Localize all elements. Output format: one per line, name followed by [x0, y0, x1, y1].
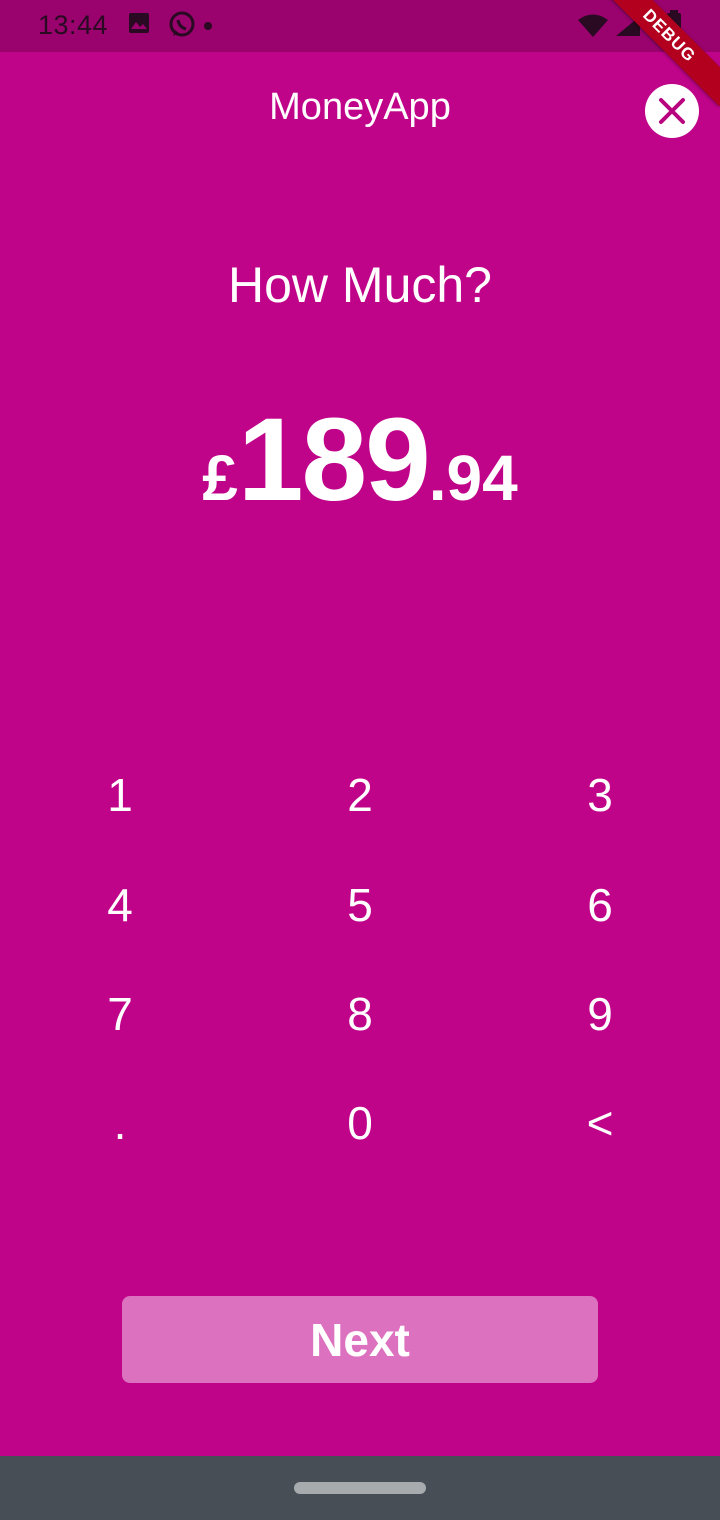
- amount-fraction: .94: [428, 442, 518, 514]
- close-button[interactable]: [645, 84, 699, 138]
- key-backspace[interactable]: <: [520, 1073, 680, 1173]
- key-6[interactable]: 6: [520, 855, 680, 955]
- next-button[interactable]: Next: [122, 1296, 598, 1383]
- image-icon: [128, 12, 150, 39]
- key-9[interactable]: 9: [520, 964, 680, 1064]
- key-4[interactable]: 4: [40, 855, 200, 955]
- app-title: MoneyApp: [269, 86, 451, 128]
- whatsapp-icon: [167, 10, 197, 45]
- currency-symbol: £: [202, 442, 238, 514]
- notification-dot-icon: [204, 22, 212, 30]
- key-2[interactable]: 2: [280, 745, 440, 845]
- amount-display: £189.94: [0, 392, 720, 528]
- amount-prompt: How Much?: [228, 257, 492, 313]
- key-decimal[interactable]: .: [40, 1073, 200, 1173]
- key-3[interactable]: 3: [520, 745, 680, 845]
- key-8[interactable]: 8: [280, 964, 440, 1064]
- key-0[interactable]: 0: [280, 1073, 440, 1173]
- status-time: 13:44: [38, 10, 109, 40]
- key-1[interactable]: 1: [40, 745, 200, 845]
- wifi-icon: [577, 14, 609, 43]
- amount-whole: 189: [237, 394, 431, 526]
- status-bar: 13:44: [0, 0, 720, 52]
- key-5[interactable]: 5: [280, 855, 440, 955]
- close-icon: [659, 98, 685, 124]
- system-nav-bar: [0, 1456, 720, 1520]
- key-7[interactable]: 7: [40, 964, 200, 1064]
- home-gesture-handle[interactable]: [294, 1482, 426, 1494]
